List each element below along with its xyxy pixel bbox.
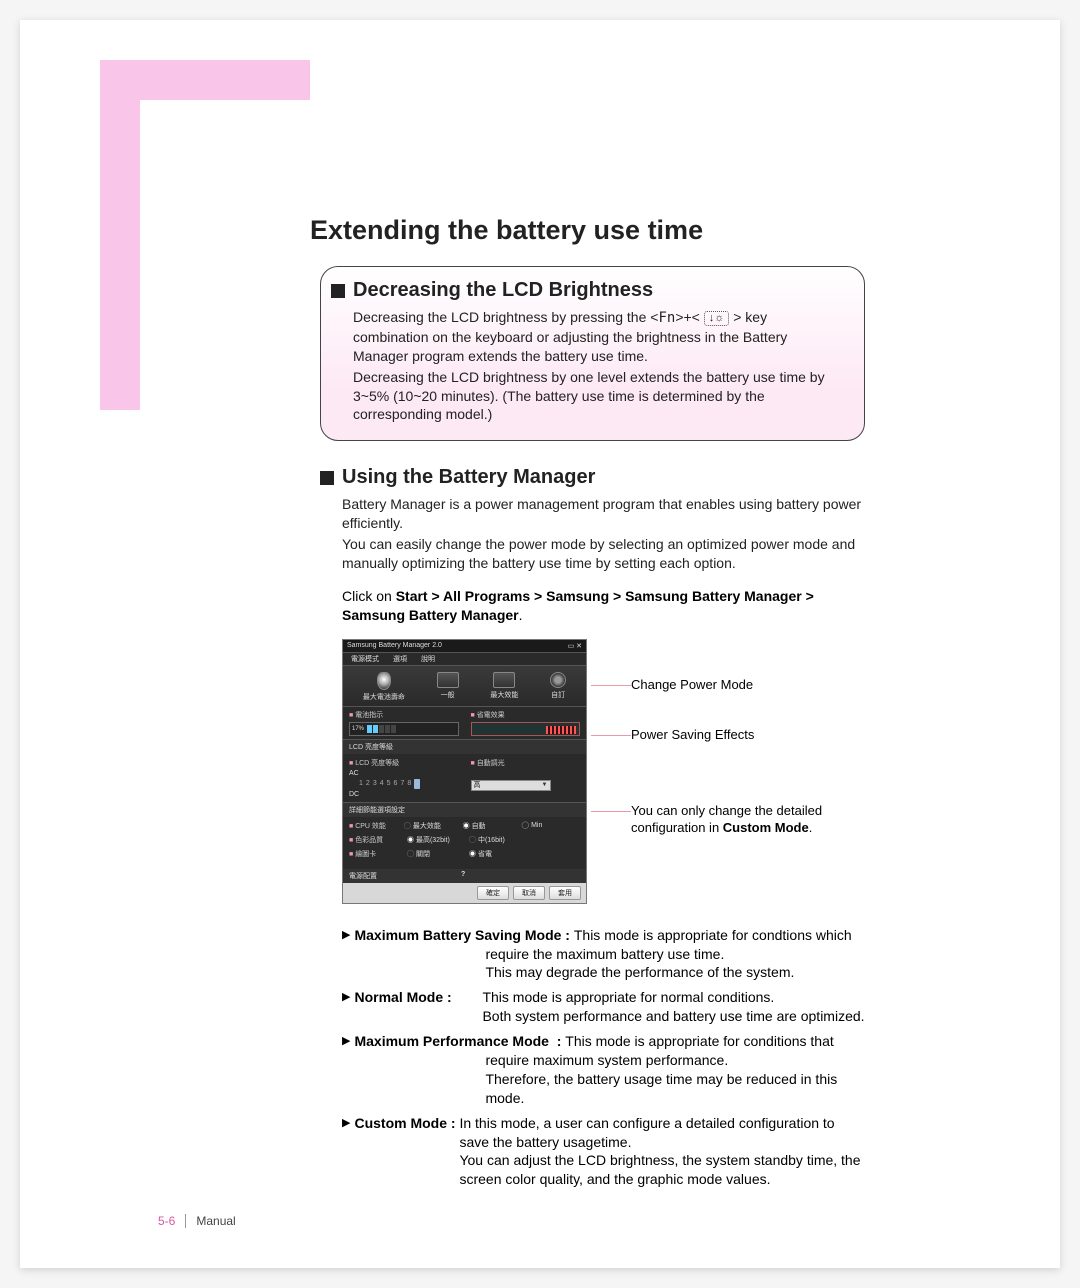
cpu-row: ■ CPU 效能 最大效能 自動 Min bbox=[349, 821, 580, 831]
triangle-bullet-icon: ▶ bbox=[342, 926, 350, 983]
laptop-icon bbox=[437, 672, 459, 688]
page-number: 5-6 bbox=[158, 1214, 175, 1228]
cpu-opt-min[interactable]: Min bbox=[521, 821, 580, 831]
mode-max-battery[interactable]: 最大電池壽命 bbox=[363, 672, 405, 702]
power-saving-label: 省電效果 bbox=[477, 712, 505, 719]
detail-settings-panel: 詳細節能選項設定 ■ CPU 效能 最大效能 自動 Min ■ 色彩品質 最高(… bbox=[343, 803, 586, 869]
slider-thumb-icon bbox=[414, 779, 420, 789]
battery-manager-window: Samsung Battery Manager 2.0 ▭ ✕ 電源模式 選項 … bbox=[342, 639, 587, 904]
battery-manager-section: Using the Battery Manager Battery Manage… bbox=[320, 466, 865, 1189]
instr-b: Start > All Programs > Samsung > Samsung… bbox=[342, 588, 814, 623]
chevron-down-icon: ▼ bbox=[542, 782, 548, 788]
instr-a: Click on bbox=[342, 588, 396, 604]
auto-dim-label: 自動調光 bbox=[477, 760, 505, 767]
annot-custom-l1: You can only change the detailed bbox=[631, 803, 822, 818]
annot-custom-l2a: configuration in bbox=[631, 820, 723, 835]
page-footer: 5-6 Manual bbox=[158, 1214, 236, 1228]
mode-max-perf[interactable]: 最大效能 bbox=[490, 672, 518, 702]
detail-title: 詳細節能選項設定 bbox=[343, 803, 586, 817]
battery-percent: 17% bbox=[352, 726, 364, 732]
app-screenshot-block: Samsung Battery Manager 2.0 ▭ ✕ 電源模式 選項 … bbox=[342, 639, 865, 904]
lcd-p1b: >+< bbox=[675, 309, 703, 325]
mode-custom[interactable]: 自訂 bbox=[550, 672, 566, 702]
mode-max-perf-desc: ▶ Maximum Performance Mode : This mode i… bbox=[342, 1032, 865, 1108]
power-config-bar: 電源配置 ? bbox=[343, 869, 586, 883]
cpu-opt-max[interactable]: 最大效能 bbox=[404, 821, 463, 831]
lcd-heading-text: Decreasing the LCD Brightness bbox=[353, 279, 653, 302]
ok-button[interactable]: 確定 bbox=[477, 886, 509, 900]
app-titlebar: Samsung Battery Manager 2.0 ▭ ✕ bbox=[343, 640, 586, 653]
instr-c: . bbox=[519, 607, 523, 623]
annot-power-saving: Power Saving Effects bbox=[631, 727, 754, 742]
mode-descriptions: ▶ Maximum Battery Saving Mode : This mod… bbox=[342, 926, 865, 1190]
lcd-brightness-callout: Decreasing the LCD Brightness Decreasing… bbox=[320, 266, 865, 441]
color-row: ■ 色彩品質 最高(32bit) 中(16bit) bbox=[349, 835, 580, 845]
annot-custom-bold: Custom Mode bbox=[723, 820, 809, 835]
ac-label: AC bbox=[349, 770, 459, 777]
dc-label: DC bbox=[349, 791, 459, 798]
tab-help[interactable]: 說明 bbox=[421, 654, 435, 664]
battery-meter: 17% bbox=[349, 722, 459, 736]
page-content: Extending the battery use time Decreasin… bbox=[310, 215, 865, 1195]
mgr-body-text: Battery Manager is a power management pr… bbox=[342, 495, 865, 573]
triangle-bullet-icon: ▶ bbox=[342, 1114, 350, 1190]
mgr-p2: You can easily change the power mode by … bbox=[342, 535, 865, 573]
manual-page: Extending the battery use time Decreasin… bbox=[20, 20, 1060, 1268]
gfx-opt-off[interactable]: 關閉 bbox=[407, 849, 469, 859]
square-bullet-icon bbox=[331, 284, 345, 298]
brightness-down-key-icon: ↓☼ bbox=[704, 311, 730, 326]
apply-button[interactable]: 套用 bbox=[549, 886, 581, 900]
footer-label: Manual bbox=[196, 1214, 235, 1228]
tab-power-mode[interactable]: 電源模式 bbox=[351, 654, 379, 664]
laptop-bolt-icon bbox=[493, 672, 515, 688]
mgr-instruction: Click on Start > All Programs > Samsung … bbox=[342, 587, 865, 625]
color-opt-32[interactable]: 最高(32bit) bbox=[407, 835, 469, 845]
triangle-bullet-icon: ▶ bbox=[342, 1032, 350, 1108]
lcd-body-text: Decreasing the LCD brightness by pressin… bbox=[353, 308, 846, 424]
gear-icon bbox=[550, 672, 566, 688]
app-tabs: 電源模式 選項 說明 bbox=[343, 653, 586, 666]
mgr-heading-text: Using the Battery Manager bbox=[342, 466, 595, 489]
dropdown-value: 高 bbox=[474, 780, 481, 790]
window-controls-icon: ▭ ✕ bbox=[568, 642, 582, 650]
mode-custom-desc: ▶ Custom Mode : In this mode, a user can… bbox=[342, 1114, 865, 1190]
help-icon[interactable]: ? bbox=[461, 871, 465, 878]
mode-max-battery-desc: ▶ Maximum Battery Saving Mode : This mod… bbox=[342, 926, 865, 983]
triangle-bullet-icon: ▶ bbox=[342, 988, 350, 1026]
auto-dim-dropdown[interactable]: 高 ▼ bbox=[471, 780, 551, 791]
indicator-row: ■ 電池指示 17% ■ 省電效果 bbox=[343, 707, 586, 740]
fn-key-text: Fn bbox=[658, 310, 675, 326]
mode-normal[interactable]: 一般 bbox=[437, 672, 459, 702]
power-mode-row: 最大電池壽命 一般 最大效能 自訂 bbox=[343, 666, 586, 707]
shield-icon bbox=[377, 672, 391, 690]
color-opt-16[interactable]: 中(16bit) bbox=[469, 835, 531, 845]
annot-change-mode: Change Power Mode bbox=[631, 677, 753, 692]
mode-normal-desc: ▶ Normal Mode : This mode is appropriate… bbox=[342, 988, 865, 1026]
dialog-buttons: 確定 取消 套用 bbox=[343, 883, 586, 903]
power-saving-meter bbox=[471, 722, 581, 736]
square-bullet-icon bbox=[320, 471, 334, 485]
tab-options[interactable]: 選項 bbox=[393, 654, 407, 664]
app-title-text: Samsung Battery Manager 2.0 bbox=[347, 642, 442, 650]
mgr-p1: Battery Manager is a power management pr… bbox=[342, 495, 865, 533]
gfx-row: ■ 繪圖卡 關閉 省電 bbox=[349, 849, 580, 859]
lcd-section-header: LCD 亮度等級 bbox=[343, 740, 586, 754]
mgr-section-heading: Using the Battery Manager bbox=[320, 466, 865, 489]
cpu-opt-auto[interactable]: 自動 bbox=[463, 821, 522, 831]
lcd-level-label: LCD 亮度等級 bbox=[355, 760, 399, 767]
cancel-button[interactable]: 取消 bbox=[513, 886, 545, 900]
lcd-p1a: Decreasing the LCD brightness by pressin… bbox=[353, 309, 658, 325]
page-title: Extending the battery use time bbox=[310, 215, 865, 246]
gfx-opt-save[interactable]: 省電 bbox=[469, 849, 531, 859]
footer-divider bbox=[185, 1214, 186, 1228]
lcd-section-heading: Decreasing the LCD Brightness bbox=[331, 279, 846, 302]
lcd-p2: Decreasing the LCD brightness by one lev… bbox=[353, 368, 846, 425]
screenshot-annotations: Change Power Mode Power Saving Effects Y… bbox=[611, 639, 861, 904]
brightness-slider[interactable]: 1 2 3 4 5 6 7 8 bbox=[359, 779, 459, 789]
decorative-border-left bbox=[100, 60, 140, 410]
annot-custom-l2b: . bbox=[809, 820, 813, 835]
battery-indicator-label: 電池指示 bbox=[355, 712, 383, 719]
